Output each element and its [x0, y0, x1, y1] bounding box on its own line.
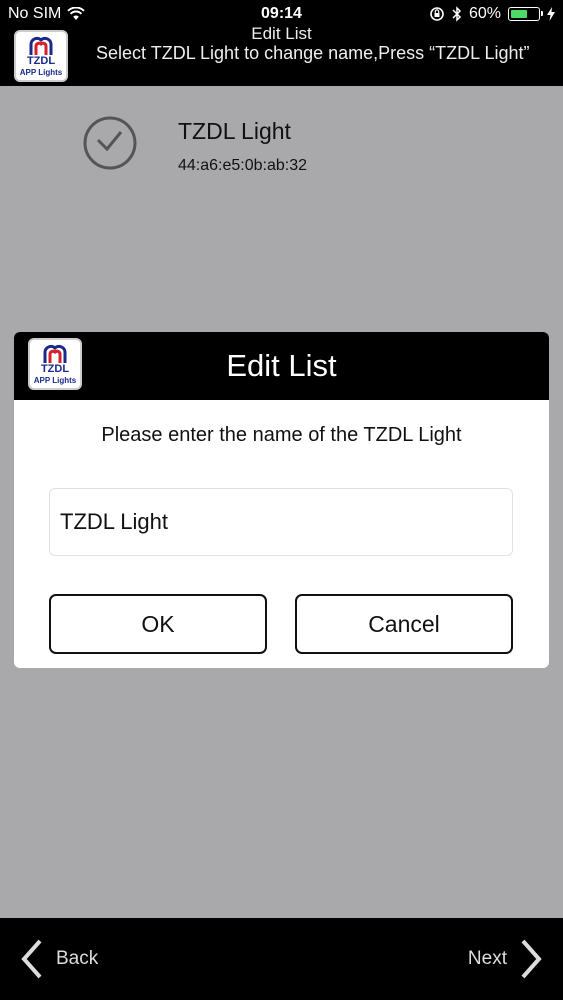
ok-button[interactable]: OK	[49, 594, 267, 654]
logo-text-line1: TZDL	[26, 55, 56, 67]
edit-name-dialog: TZDL APP Lights Edit List Please enter t…	[14, 332, 549, 668]
bottom-nav-bar: Back Next	[0, 918, 563, 1000]
dialog-title: Edit List	[226, 348, 337, 383]
dialog-header: TZDL APP Lights Edit List	[14, 332, 549, 400]
device-mac-address: 44:a6:e5:0b:ab:32	[178, 157, 308, 174]
chevron-left-icon	[21, 939, 42, 979]
logo-text-line2: APP Lights	[19, 68, 63, 77]
next-label: Next	[467, 948, 507, 969]
charging-bolt-icon	[547, 7, 555, 21]
status-right: 60%	[429, 5, 555, 23]
cancel-button[interactable]: Cancel	[295, 594, 513, 654]
back-label: Back	[56, 948, 99, 969]
back-button[interactable]: Back	[20, 938, 98, 980]
dialog-prompt: Please enter the name of the TZDL Light	[101, 424, 462, 446]
chevron-right-icon	[521, 939, 542, 979]
clock-icon	[83, 116, 137, 170]
next-button[interactable]: Next	[468, 938, 543, 980]
page-title: Edit List	[251, 24, 312, 43]
battery-icon	[508, 7, 543, 21]
battery-percent: 60%	[468, 5, 501, 22]
page-instruction: Select TZDL Light to change name,Press “…	[96, 43, 530, 63]
list-item[interactable]: TZDL Light 44:a6:e5:0b:ab:32	[80, 110, 500, 190]
app-header: TZDL APP Lights Edit List Select TZDL Li…	[0, 24, 563, 86]
device-name-input[interactable]: TZDL Light	[49, 488, 513, 556]
battery-fill	[511, 10, 527, 18]
orientation-lock-icon	[430, 7, 444, 21]
bluetooth-icon	[452, 6, 462, 22]
device-name: TZDL Light	[178, 118, 291, 144]
